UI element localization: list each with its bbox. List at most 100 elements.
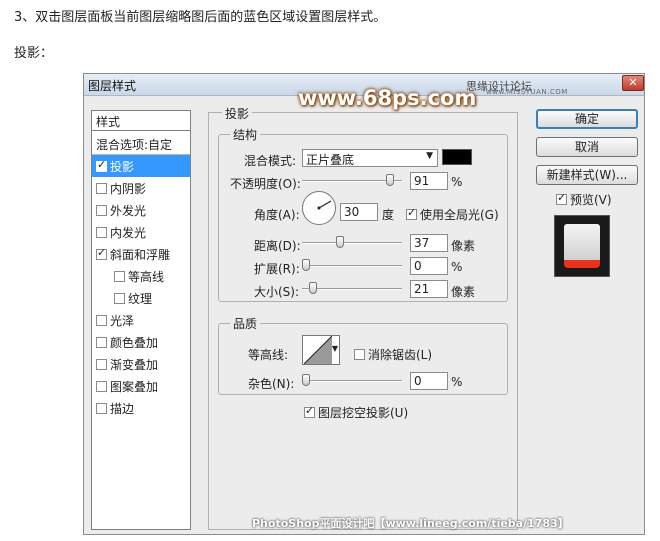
- size-slider-thumb[interactable]: [309, 282, 318, 294]
- style-item-label: 等高线: [128, 270, 165, 284]
- preview-checkbox[interactable]: [556, 191, 567, 205]
- size-unit: 像素: [451, 285, 476, 299]
- spread-unit: %: [451, 260, 463, 274]
- style-item-label: 图案叠加: [110, 380, 159, 394]
- opacity-unit: %: [451, 175, 463, 189]
- style-list-header: 样式: [92, 111, 190, 131]
- style-item-checkbox[interactable]: [96, 315, 107, 326]
- style-item-label: 纹理: [128, 292, 153, 306]
- style-item-checkbox[interactable]: [114, 271, 125, 282]
- watermark-url: www.MISSYUAN.COM: [486, 88, 568, 96]
- style-item-checkbox[interactable]: [96, 403, 107, 414]
- style-item-label: 混合选项:自定: [96, 138, 173, 152]
- style-item[interactable]: 外发光: [92, 199, 190, 221]
- style-item-label: 渐变叠加: [110, 358, 159, 372]
- style-item-checkbox[interactable]: [96, 227, 107, 238]
- spread-slider-thumb[interactable]: [302, 259, 310, 271]
- anti-alias-checkbox[interactable]: [354, 349, 365, 360]
- site-logo: www.68ps.com: [298, 86, 477, 110]
- dialog-title: 图层样式: [88, 79, 137, 93]
- preview-square: [564, 224, 600, 262]
- size-label: 大小(S):: [254, 285, 300, 299]
- style-item[interactable]: 纹理: [92, 287, 190, 309]
- size-input[interactable]: 21: [410, 280, 448, 298]
- spread-input[interactable]: 0: [410, 257, 448, 275]
- style-item-checkbox[interactable]: [114, 293, 125, 304]
- quality-title: 品质: [230, 315, 261, 332]
- preview-shadow: [564, 260, 600, 268]
- spread-label: 扩展(R):: [254, 262, 300, 276]
- style-item[interactable]: 光泽: [92, 309, 190, 331]
- style-item-label: 描边: [110, 402, 135, 416]
- distance-slider-thumb[interactable]: [336, 236, 345, 248]
- style-item-checkbox[interactable]: [96, 183, 107, 194]
- angle-input[interactable]: 30: [340, 203, 378, 221]
- contour-label: 等高线:: [248, 348, 289, 362]
- close-icon: ✕: [628, 76, 638, 89]
- style-item[interactable]: 内阴影: [92, 177, 190, 199]
- noise-unit: %: [451, 375, 463, 389]
- style-item-checkbox[interactable]: [96, 158, 107, 172]
- layer-style-dialog: 图层样式 思缘设计论坛 www.MISSYUAN.COM ✕ www.68ps.…: [83, 73, 645, 535]
- distance-label: 距离(D):: [254, 239, 301, 253]
- noise-input[interactable]: 0: [410, 372, 448, 390]
- style-item[interactable]: 描边: [92, 397, 190, 419]
- global-light-checkbox[interactable]: [406, 206, 417, 220]
- close-button[interactable]: ✕: [622, 75, 644, 91]
- noise-label: 杂色(N):: [248, 377, 295, 391]
- style-item-checkbox[interactable]: [96, 359, 107, 370]
- caption-text: 投影：: [14, 46, 54, 61]
- style-item-label: 内阴影: [110, 182, 147, 196]
- opacity-slider-thumb[interactable]: [385, 174, 394, 186]
- style-item[interactable]: 渐变叠加: [92, 353, 190, 375]
- cancel-button[interactable]: 取消: [536, 137, 638, 157]
- new-style-button[interactable]: 新建样式(W)...: [536, 165, 638, 185]
- global-light-toggle[interactable]: 使用全局光(G): [406, 206, 499, 223]
- shadow-color-swatch[interactable]: [442, 149, 472, 165]
- distance-unit: 像素: [451, 239, 476, 253]
- distance-slider-track[interactable]: [302, 242, 402, 244]
- anti-alias-toggle[interactable]: 消除锯齿(L): [354, 346, 432, 363]
- style-item[interactable]: 斜面和浮雕: [92, 243, 190, 265]
- angle-unit: 度: [382, 208, 395, 222]
- angle-dial-needle-icon: [317, 200, 332, 210]
- spread-slider-track[interactable]: [302, 265, 402, 267]
- style-item[interactable]: 投影: [92, 155, 190, 177]
- style-item[interactable]: 混合选项:自定: [92, 133, 190, 155]
- preview-label: 预览(V): [570, 193, 612, 207]
- style-item-checkbox[interactable]: [96, 205, 107, 216]
- chevron-down-icon: ▼: [426, 151, 433, 161]
- ok-button[interactable]: 确定: [536, 109, 638, 129]
- style-item[interactable]: 内发光: [92, 221, 190, 243]
- style-item-checkbox[interactable]: [96, 246, 107, 260]
- chevron-down-icon: ▼: [331, 344, 338, 353]
- section-title: 投影: [222, 105, 253, 122]
- angle-label: 角度(A):: [254, 208, 300, 222]
- distance-input[interactable]: 37: [410, 234, 448, 252]
- knockout-label: 图层挖空投影(U): [318, 406, 409, 420]
- style-item-label: 投影: [110, 160, 135, 174]
- style-item[interactable]: 等高线: [92, 265, 190, 287]
- knockout-toggle[interactable]: 图层挖空投影(U): [304, 404, 408, 421]
- preview-toggle[interactable]: 预览(V): [556, 191, 612, 208]
- watermark-bottom: PhotoShop平面设计吧【www.lineeg.com/tieba/1783…: [252, 517, 569, 530]
- knockout-checkbox[interactable]: [304, 404, 315, 418]
- noise-slider-track[interactable]: [302, 380, 402, 382]
- style-item-checkbox[interactable]: [96, 337, 107, 348]
- style-item[interactable]: 图案叠加: [92, 375, 190, 397]
- intro-text: 3、双击图层面板当前图层缩略图后面的蓝色区域设置图层样式。: [14, 10, 387, 25]
- structure-title: 结构: [230, 126, 261, 143]
- style-item-label: 光泽: [110, 314, 135, 328]
- style-list: 样式 混合选项:自定投影内阴影外发光内发光斜面和浮雕等高线纹理光泽颜色叠加渐变叠…: [91, 110, 191, 530]
- noise-slider-thumb[interactable]: [302, 374, 310, 386]
- style-item-label: 斜面和浮雕: [110, 248, 171, 262]
- blend-mode-select[interactable]: 正片叠底 ▼: [302, 149, 438, 167]
- contour-picker[interactable]: ▼: [302, 335, 340, 365]
- contour-linear-icon: [304, 336, 332, 364]
- style-item-label: 颜色叠加: [110, 336, 159, 350]
- opacity-input[interactable]: 91: [410, 172, 448, 190]
- angle-dial[interactable]: [302, 191, 336, 225]
- opacity-label: 不透明度(O):: [230, 177, 301, 191]
- style-item-checkbox[interactable]: [96, 381, 107, 392]
- style-item[interactable]: 颜色叠加: [92, 331, 190, 353]
